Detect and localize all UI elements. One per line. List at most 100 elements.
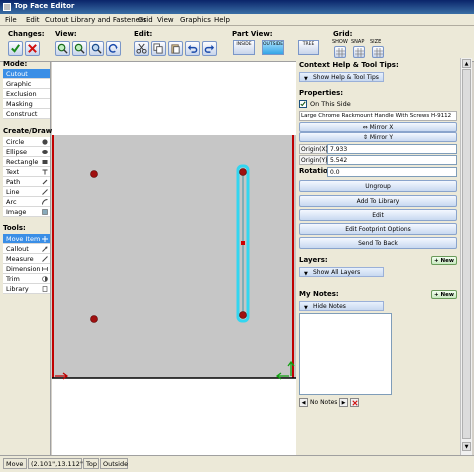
chevron-down-icon: ▼: [304, 76, 308, 82]
grid-snap-label: SNAP: [351, 39, 365, 45]
status-coordinates: (2.101",13.112"): [28, 458, 85, 469]
screw-hole[interactable]: [90, 315, 98, 323]
origin-y-input[interactable]: 5.542: [327, 155, 457, 165]
mirror-x-icon: ⇔: [362, 124, 368, 131]
tools-heading: Tools:: [3, 224, 26, 232]
mode-construct[interactable]: Construct: [3, 109, 50, 119]
create-arc[interactable]: Arc: [3, 197, 50, 207]
view-label: View:: [55, 30, 77, 38]
accept-button[interactable]: [8, 41, 23, 56]
no-notes-label: No Notes: [310, 399, 338, 406]
create-path[interactable]: Path: [3, 177, 50, 187]
handle-origin-marker[interactable]: [241, 241, 245, 245]
outside-label: OUTSIDE: [263, 42, 284, 47]
canvas-overlay: [52, 135, 296, 380]
copy-icon: [153, 43, 163, 54]
origin-x-input[interactable]: 7.933: [327, 144, 457, 154]
zoom-out-button[interactable]: [72, 41, 87, 56]
on-this-side-checkbox[interactable]: [299, 100, 307, 108]
tool-move-item[interactable]: Move Item: [3, 234, 50, 244]
refresh-icon: [108, 43, 118, 53]
copy-button[interactable]: [151, 41, 166, 56]
tree-button[interactable]: TREE: [298, 40, 319, 55]
menu-help[interactable]: Help: [214, 16, 230, 24]
handle-screw-hole[interactable]: [239, 311, 247, 319]
notes-dropdown[interactable]: ▼ Hide Notes: [299, 301, 384, 311]
mode-exclusion[interactable]: Exclusion: [3, 89, 50, 99]
menu-graphics[interactable]: Graphics: [180, 16, 211, 24]
tool-callout[interactable]: Callout: [3, 244, 50, 254]
create-path-label: Path: [6, 178, 21, 186]
vertical-scrollbar[interactable]: ▲ ▼: [460, 58, 472, 455]
outside-view-button[interactable]: OUTSIDE: [262, 40, 284, 55]
zoom-out-icon: [74, 43, 85, 54]
mirror-x-button[interactable]: ⇔ Mirror X: [299, 122, 457, 132]
menu-grid[interactable]: Grid: [138, 16, 153, 24]
scroll-up-button[interactable]: ▲: [462, 59, 471, 68]
ungroup-button[interactable]: Ungroup: [299, 180, 457, 192]
mode-heading: Mode:: [3, 60, 28, 68]
scroll-down-button[interactable]: ▼: [462, 442, 471, 451]
new-note-button[interactable]: + New: [431, 290, 457, 299]
create-image[interactable]: Image: [3, 207, 50, 217]
tool-dimension[interactable]: Dimension: [3, 264, 50, 274]
context-help-heading: Context Help & Tool Tips:: [299, 61, 399, 69]
handle-screw-hole[interactable]: [239, 168, 247, 176]
inside-label: INSIDE: [236, 42, 252, 47]
rotation-input[interactable]: 0.0: [327, 167, 457, 177]
origin-x-label: Origin(X): [299, 144, 328, 154]
grid-show-toggle[interactable]: [334, 46, 346, 58]
scroll-thumb[interactable]: [462, 69, 471, 439]
create-line[interactable]: Line: [3, 187, 50, 197]
delete-note-button[interactable]: [350, 398, 359, 407]
layers-dropdown-label: Show All Layers: [313, 269, 361, 276]
prev-note-button[interactable]: ◀: [299, 398, 308, 407]
properties-heading: Properties:: [299, 89, 344, 97]
create-text[interactable]: Text: [3, 167, 50, 177]
create-ellipse[interactable]: Ellipse: [3, 147, 50, 157]
cancel-button[interactable]: [25, 41, 40, 56]
grid-snap-toggle[interactable]: [353, 46, 365, 58]
refresh-button[interactable]: [106, 41, 121, 56]
tool-trim[interactable]: Trim: [3, 274, 50, 284]
menu-edit[interactable]: Edit: [26, 16, 40, 24]
drawing-canvas[interactable]: [52, 62, 296, 455]
tool-library[interactable]: Library: [3, 284, 50, 294]
cut-button[interactable]: [134, 41, 149, 56]
menu-view[interactable]: View: [157, 16, 174, 24]
inside-view-button[interactable]: INSIDE: [233, 40, 255, 55]
tool-measure[interactable]: Measure: [3, 254, 50, 264]
tool-measure-label: Measure: [6, 255, 34, 263]
menu-cutout-library[interactable]: Cutout Library and Fasteners: [45, 16, 147, 24]
create-circle[interactable]: Circle: [3, 137, 50, 147]
undo-button[interactable]: [185, 41, 200, 56]
zoom-fit-button[interactable]: [89, 41, 104, 56]
paste-button[interactable]: [168, 41, 183, 56]
notes-textarea[interactable]: [299, 313, 392, 395]
mode-graphic[interactable]: Graphic: [3, 79, 50, 89]
layers-dropdown[interactable]: ▼ Show All Layers: [299, 267, 384, 277]
status-side: Top: [83, 458, 99, 469]
grid-show-label: SHOW: [332, 39, 348, 45]
send-to-back-button[interactable]: Send To Back: [299, 237, 457, 249]
zoom-in-button[interactable]: [55, 41, 70, 56]
help-dropdown[interactable]: ▼ Show Help & Tool Tips: [299, 72, 384, 82]
origin-y-label: Origin(Y): [299, 155, 328, 165]
add-to-library-button[interactable]: Add To Library: [299, 195, 457, 207]
menu-file[interactable]: File: [5, 16, 17, 24]
redo-button[interactable]: [202, 41, 217, 56]
close-icon: [352, 400, 358, 406]
mirror-y-button[interactable]: ⇕ Mirror Y: [299, 132, 457, 142]
grid-size-button[interactable]: [372, 46, 384, 58]
next-note-button[interactable]: ▶: [339, 398, 348, 407]
edit-footprint-options-button[interactable]: Edit Footprint Options: [299, 223, 457, 235]
tool-dimension-label: Dimension: [6, 265, 41, 273]
mode-cutout[interactable]: Cutout: [3, 69, 50, 79]
undo-icon: [187, 44, 198, 53]
new-layer-button[interactable]: + New: [431, 256, 457, 265]
screw-hole[interactable]: [90, 170, 98, 178]
create-rectangle[interactable]: Rectangle: [3, 157, 50, 167]
mode-masking[interactable]: Masking: [3, 99, 50, 109]
dimension-icon: [42, 267, 48, 271]
edit-button[interactable]: Edit: [299, 209, 457, 221]
